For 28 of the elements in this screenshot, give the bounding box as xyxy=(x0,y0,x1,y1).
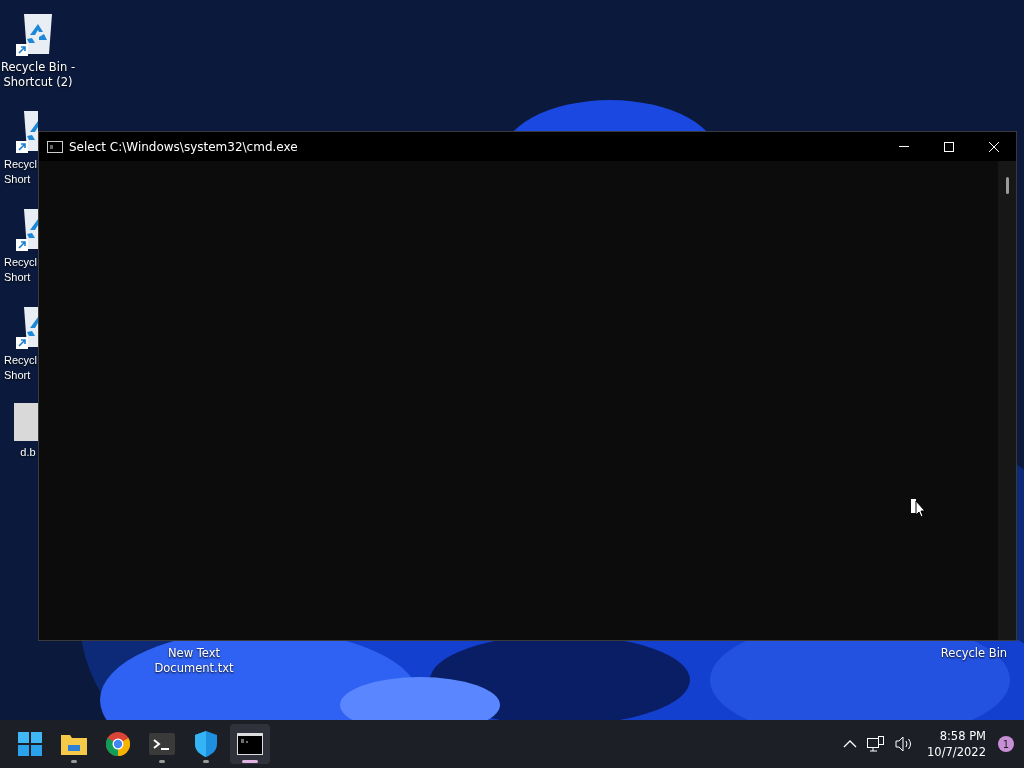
chrome-icon xyxy=(106,732,130,756)
taskbar-app-button[interactable] xyxy=(230,724,270,764)
minimize-icon xyxy=(898,146,909,147)
window-title: Select C:\Windows\system32\cmd.exe xyxy=(69,139,299,154)
icon-label: Recycl Short xyxy=(4,255,37,285)
shield-icon xyxy=(195,731,217,757)
icon-label: New Text Document.txt xyxy=(154,646,234,676)
terminal-icon xyxy=(149,733,175,755)
running-indicator xyxy=(71,760,77,763)
clock[interactable]: 8:58 PM 10/7/2022 xyxy=(921,728,992,760)
running-indicator xyxy=(203,760,209,763)
cursor-icon xyxy=(910,497,928,517)
icon-label: Recycle Bin xyxy=(940,646,1008,661)
notification-badge[interactable]: 1 xyxy=(998,736,1014,752)
folder-icon xyxy=(61,733,87,755)
scrollbar[interactable] xyxy=(998,161,1016,640)
running-indicator xyxy=(159,760,165,763)
close-icon xyxy=(988,141,999,152)
command-prompt-icon xyxy=(237,733,263,755)
icon-label: Recycl Short xyxy=(4,157,37,187)
icon-label: d.b xyxy=(20,445,36,460)
icon-label: Recycle Bin - Shortcut (2) xyxy=(0,60,76,90)
scrollbar-thumb[interactable] xyxy=(1005,177,1009,194)
running-indicator xyxy=(242,760,258,763)
command-prompt-icon xyxy=(47,140,63,153)
windows-logo-icon xyxy=(18,732,42,756)
maximize-icon xyxy=(943,141,954,152)
icon-label: Recycl Short xyxy=(4,353,37,383)
